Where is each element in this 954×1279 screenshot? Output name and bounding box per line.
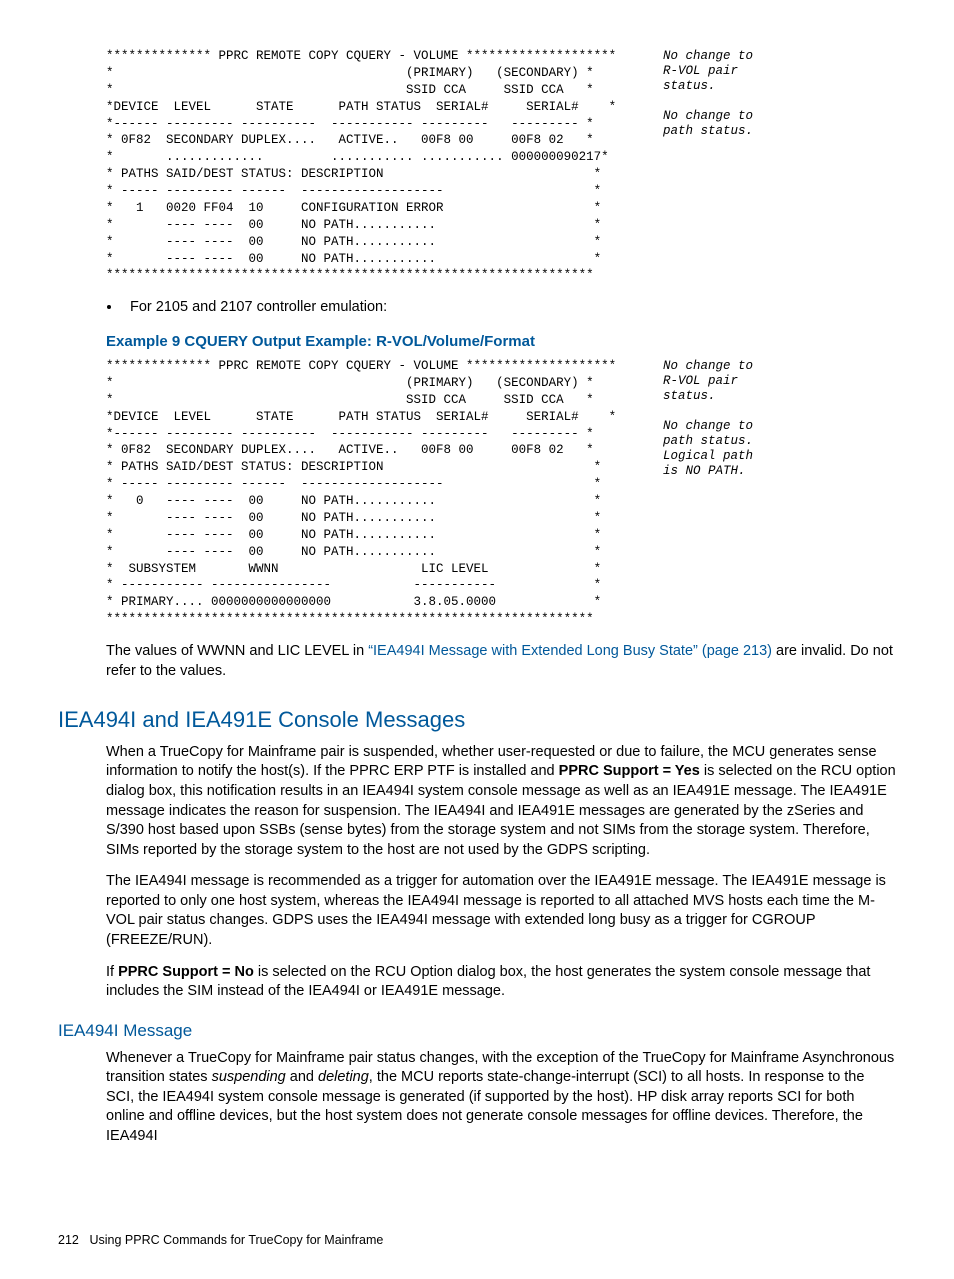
- footer-page-number: 212: [58, 1232, 86, 1249]
- bullet-list: For 2105 and 2107 controller emulation:: [58, 298, 896, 318]
- page-footer: 212 Using PPRC Commands for TrueCopy for…: [58, 1232, 896, 1249]
- p3b: PPRC Support = No: [118, 964, 254, 980]
- para-2: The IEA494I message is recommended as a …: [106, 872, 896, 950]
- annot2-7: is NO PATH.: [663, 463, 746, 480]
- para-pre: The values of WWNN and LIC LEVEL in: [106, 643, 368, 659]
- section-heading: IEA494I and IEA491E Console Messages: [58, 705, 896, 735]
- annot1-2: status.: [663, 78, 716, 95]
- xref-link[interactable]: “IEA494I Message with Extended Long Busy…: [368, 643, 772, 659]
- para-after-code: The values of WWNN and LIC LEVEL in “IEA…: [106, 642, 896, 681]
- code-block-2-wrap: ************** PPRC REMOTE COPY CQUERY -…: [58, 358, 896, 628]
- example-caption: Example 9 CQUERY Output Example: R-VOL/V…: [106, 332, 896, 352]
- code-block-1: ************** PPRC REMOTE COPY CQUERY -…: [106, 48, 896, 284]
- para-4: Whenever a TrueCopy for Mainframe pair s…: [106, 1049, 896, 1147]
- p4c: and: [286, 1069, 318, 1085]
- annot1-5: path status.: [663, 123, 753, 140]
- p4d: deleting: [318, 1069, 369, 1085]
- subsection-heading: IEA494I Message: [58, 1020, 896, 1043]
- p1b: PPRC Support = Yes: [559, 763, 700, 779]
- code-block-2: ************** PPRC REMOTE COPY CQUERY -…: [106, 358, 896, 628]
- code-block-1-wrap: ************** PPRC REMOTE COPY CQUERY -…: [58, 48, 896, 284]
- p4b: suspending: [212, 1069, 286, 1085]
- annot2-2: status.: [663, 388, 716, 405]
- para-1: When a TrueCopy for Mainframe pair is su…: [106, 743, 896, 860]
- bullet-item-1: For 2105 and 2107 controller emulation:: [122, 298, 896, 318]
- p3a: If: [106, 964, 118, 980]
- para-3: If PPRC Support = No is selected on the …: [106, 963, 896, 1002]
- footer-text: Using PPRC Commands for TrueCopy for Mai…: [89, 1233, 383, 1247]
